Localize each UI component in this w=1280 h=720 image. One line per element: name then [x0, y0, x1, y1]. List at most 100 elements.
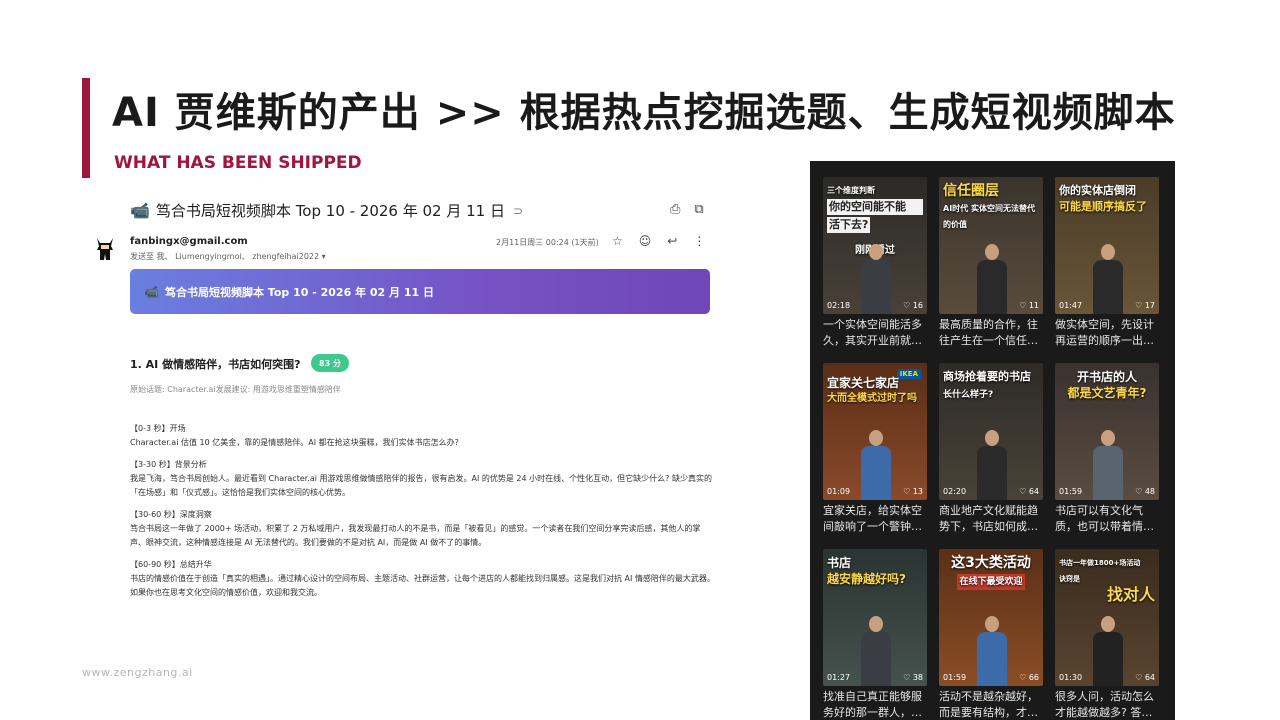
recipients-line[interactable]: 发送至 我、 Liumengyingmoi、 zhengfeihai2022 ▾ — [130, 251, 326, 262]
overlay-main-text: 书店 — [827, 556, 852, 570]
section-heading: 【60-90 秒】总结升华 — [130, 560, 212, 569]
video-thumbnail[interactable]: 书店一年做1800+场活动 诀窍是 找对人 01:30 ♡ 64 — [1055, 549, 1159, 686]
overlay-main-text: 可能是顺序搞反了 — [1059, 200, 1147, 213]
script-section: 【0-3 秒】开场 Character.ai 估值 10 亿美金，靠的是情感陪伴… — [130, 422, 715, 450]
video-card[interactable]: 这3大类活动 在线下最受欢迎 01:59 ♡ 66 活动不是越杂越好，而是要有结… — [939, 549, 1043, 720]
video-likes: ♡ 11 — [1019, 301, 1039, 310]
likes-count: 17 — [1144, 301, 1155, 310]
video-grid: 三个维度判断 你的空间能不能 活下去? 刚刚看过 02:18 ♡ 16 一个实体… — [810, 161, 1175, 720]
video-caption: 书店可以有文化气质，也可以带着情… — [1055, 503, 1159, 535]
likes-count: 48 — [1144, 487, 1155, 496]
video-card[interactable]: 商场抢着要的书店 长什么样子? 02:20 ♡ 64 商业地产文化赋能趋势下，书… — [939, 363, 1043, 535]
sender-email[interactable]: fanbingx@gmail.com — [130, 236, 248, 247]
presenter-figure — [1093, 244, 1123, 314]
video-caption-text: 宜家关店，给实体空间敲响了一个警钟… — [823, 504, 922, 533]
video-thumbnail[interactable]: IKEA 宜家关七家店 大而全模式过时了吗 01:09 ♡ 13 — [823, 363, 927, 500]
video-caption-text: 做实体空间，先设计再运营的顺序一出… — [1055, 318, 1154, 347]
video-caption: 商业地产文化赋能趋势下，书店如何成… — [939, 503, 1043, 535]
presenter-figure — [861, 244, 891, 314]
video-caption: 一个实体空间能活多久，其实开业前就… — [823, 317, 927, 349]
video-likes: ♡ 66 — [1019, 673, 1039, 682]
video-caption-text: 很多人问，活动怎么才能越做越多? 答… — [1055, 690, 1154, 719]
thumbnail-overlay: 你的实体店倒闭 可能是顺序搞反了 — [1059, 183, 1155, 215]
presenter-figure — [1093, 616, 1123, 686]
overlay-main-text: 信任圈层 — [943, 183, 999, 199]
video-likes: ♡ 64 — [1135, 673, 1155, 682]
more-icon[interactable]: ⋮ — [693, 234, 705, 248]
video-caption: 找准自己真正能够服务好的那一群人，… — [823, 689, 927, 720]
video-likes: ♡ 64 — [1019, 487, 1039, 496]
email-subject-row: 📹 笃合书局短视频脚本 Top 10 - 2026 年 02 月 11 日 ⊃ — [130, 200, 523, 221]
video-thumbnail[interactable]: 信任圈层 AI时代 实体空间无法替代的价值 ♡ 11 — [939, 177, 1043, 314]
open-in-new-window-icon[interactable]: ⧉ — [694, 202, 703, 217]
video-likes: ♡ 48 — [1135, 487, 1155, 496]
overlay-main-text: 商场抢着要的书店 — [943, 370, 1031, 383]
video-likes: ♡ 13 — [903, 487, 923, 496]
reply-icon[interactable]: ↩ — [667, 234, 677, 248]
email-date: 2月11日周三 00:24 (1天前) — [496, 238, 599, 247]
print-icon[interactable]: ⎙ — [670, 202, 680, 217]
thumbnail-overlay: 开书店的人 都是文艺青年? — [1059, 369, 1155, 401]
presenter-figure — [977, 244, 1007, 314]
topic-title: 1. AI 做情感陪伴，书店如何突围? — [130, 358, 301, 371]
star-icon[interactable]: ☆ — [612, 234, 623, 248]
emoji-icon[interactable]: ☺ — [639, 234, 652, 248]
thumbnail-overlay: 信任圈层 AI时代 实体空间无法替代的价值 — [943, 183, 1039, 233]
label-tag-icon[interactable]: ⊃ — [513, 204, 523, 218]
presenter-figure — [861, 430, 891, 500]
email-view: 📹 笃合书局短视频脚本 Top 10 - 2026 年 02 月 11 日 ⊃ … — [92, 190, 732, 630]
page-title: AI 贾维斯的产出 >> 根据热点挖掘选题、生成短视频脚本 — [112, 90, 1176, 136]
video-thumbnail[interactable]: 书店 越安静越好吗? 01:27 ♡ 38 — [823, 549, 927, 686]
video-card[interactable]: 开书店的人 都是文艺青年? 01:59 ♡ 48 书店可以有文化气质，也可以带着… — [1055, 363, 1159, 535]
footer-url: www.zengzhang.ai — [82, 666, 193, 679]
overlay-main-text: 活下去? — [827, 217, 871, 233]
overlay-main-text: 越安静越好吗? — [827, 572, 906, 586]
presenter-figure — [1093, 430, 1123, 500]
video-caption: 很多人问，活动怎么才能越做越多? 答… — [1055, 689, 1159, 720]
overlay-sub-text: AI时代 实体空间无法替代的价值 — [943, 204, 1035, 229]
avatar — [97, 238, 113, 260]
section-heading: 【30-60 秒】深度洞察 — [130, 510, 212, 519]
script-section: 【30-60 秒】深度洞察 笃合书局这一年做了 2000+ 场活动，积累了 2 … — [130, 508, 715, 550]
video-card[interactable]: 你的实体店倒闭 可能是顺序搞反了 01:47 ♡ 17 做实体空间，先设计再运营… — [1055, 177, 1159, 349]
email-top-actions: ⎙ ⧉ — [670, 202, 704, 217]
banner-text: 笃合书局短视频脚本 Top 10 - 2026 年 02 月 11 日 — [164, 285, 434, 299]
overlay-main-text: 这3大类活动 — [951, 555, 1031, 571]
video-duration: 01:30 — [1059, 673, 1083, 682]
page-subtitle: WHAT HAS BEEN SHIPPED — [114, 153, 362, 173]
video-card[interactable]: IKEA 宜家关七家店 大而全模式过时了吗 01:09 ♡ 13 宜家关店，给实… — [823, 363, 927, 535]
video-caption-text: 找准自己真正能够服务好的那一群人，… — [823, 690, 922, 719]
presenter-figure — [977, 430, 1007, 500]
message-actions: ☆ ☺ ↩ ⋮ — [612, 234, 705, 248]
video-duration: 01:59 — [1059, 487, 1083, 496]
video-caption-text: 商业地产文化赋能趋势下，书店如何成… — [939, 504, 1038, 533]
video-card[interactable]: 书店一年做1800+场活动 诀窍是 找对人 01:30 ♡ 64 很多人问，活动… — [1055, 549, 1159, 720]
likes-count: 16 — [912, 301, 923, 310]
overlay-main-text: 你的空间能不能 — [827, 199, 923, 215]
video-card[interactable]: 三个维度判断 你的空间能不能 活下去? 刚刚看过 02:18 ♡ 16 一个实体… — [823, 177, 927, 349]
email-subject: 笃合书局短视频脚本 Top 10 - 2026 年 02 月 11 日 — [155, 202, 505, 220]
video-likes: ♡ 17 — [1135, 301, 1155, 310]
overlay-sub-text: 在线下最受欢迎 — [957, 574, 1025, 590]
video-thumbnail[interactable]: 三个维度判断 你的空间能不能 活下去? 刚刚看过 02:18 ♡ 16 — [823, 177, 927, 314]
video-caption-text: 一个实体空间能活多久，其实开业前就… — [823, 318, 922, 347]
video-thumbnail[interactable]: 这3大类活动 在线下最受欢迎 01:59 ♡ 66 — [939, 549, 1043, 686]
likes-count: 64 — [1028, 487, 1039, 496]
video-duration: 01:59 — [943, 673, 967, 682]
video-thumbnail[interactable]: 商场抢着要的书店 长什么样子? 02:20 ♡ 64 — [939, 363, 1043, 500]
video-caption-text: 最高质量的合作，往往产生在一个信任… — [939, 318, 1038, 347]
video-card[interactable]: 信任圈层 AI时代 实体空间无法替代的价值 ♡ 11 最高质量的合作，往往产生在… — [939, 177, 1043, 349]
overlay-main-text: 开书店的人 — [1076, 370, 1137, 384]
video-thumbnail[interactable]: 开书店的人 都是文艺青年? 01:59 ♡ 48 — [1055, 363, 1159, 500]
video-thumbnail[interactable]: 你的实体店倒闭 可能是顺序搞反了 01:47 ♡ 17 — [1055, 177, 1159, 314]
overlay-main-text: 大而全模式过时了吗 — [827, 393, 917, 404]
video-duration: 02:20 — [943, 487, 967, 496]
thumbnail-overlay: 商场抢着要的书店 长什么样子? — [943, 369, 1039, 403]
video-camera-icon: 📹 — [144, 284, 159, 299]
presenter-figure — [861, 616, 891, 686]
video-card[interactable]: 书店 越安静越好吗? 01:27 ♡ 38 找准自己真正能够服务好的那一群人，… — [823, 549, 927, 720]
score-badge: 83 分 — [311, 354, 349, 372]
script-body: 【0-3 秒】开场 Character.ai 估值 10 亿美金，靠的是情感陪伴… — [130, 422, 715, 608]
video-likes: ♡ 16 — [903, 301, 923, 310]
thumbnail-overlay: 三个维度判断 你的空间能不能 活下去? — [827, 183, 923, 233]
